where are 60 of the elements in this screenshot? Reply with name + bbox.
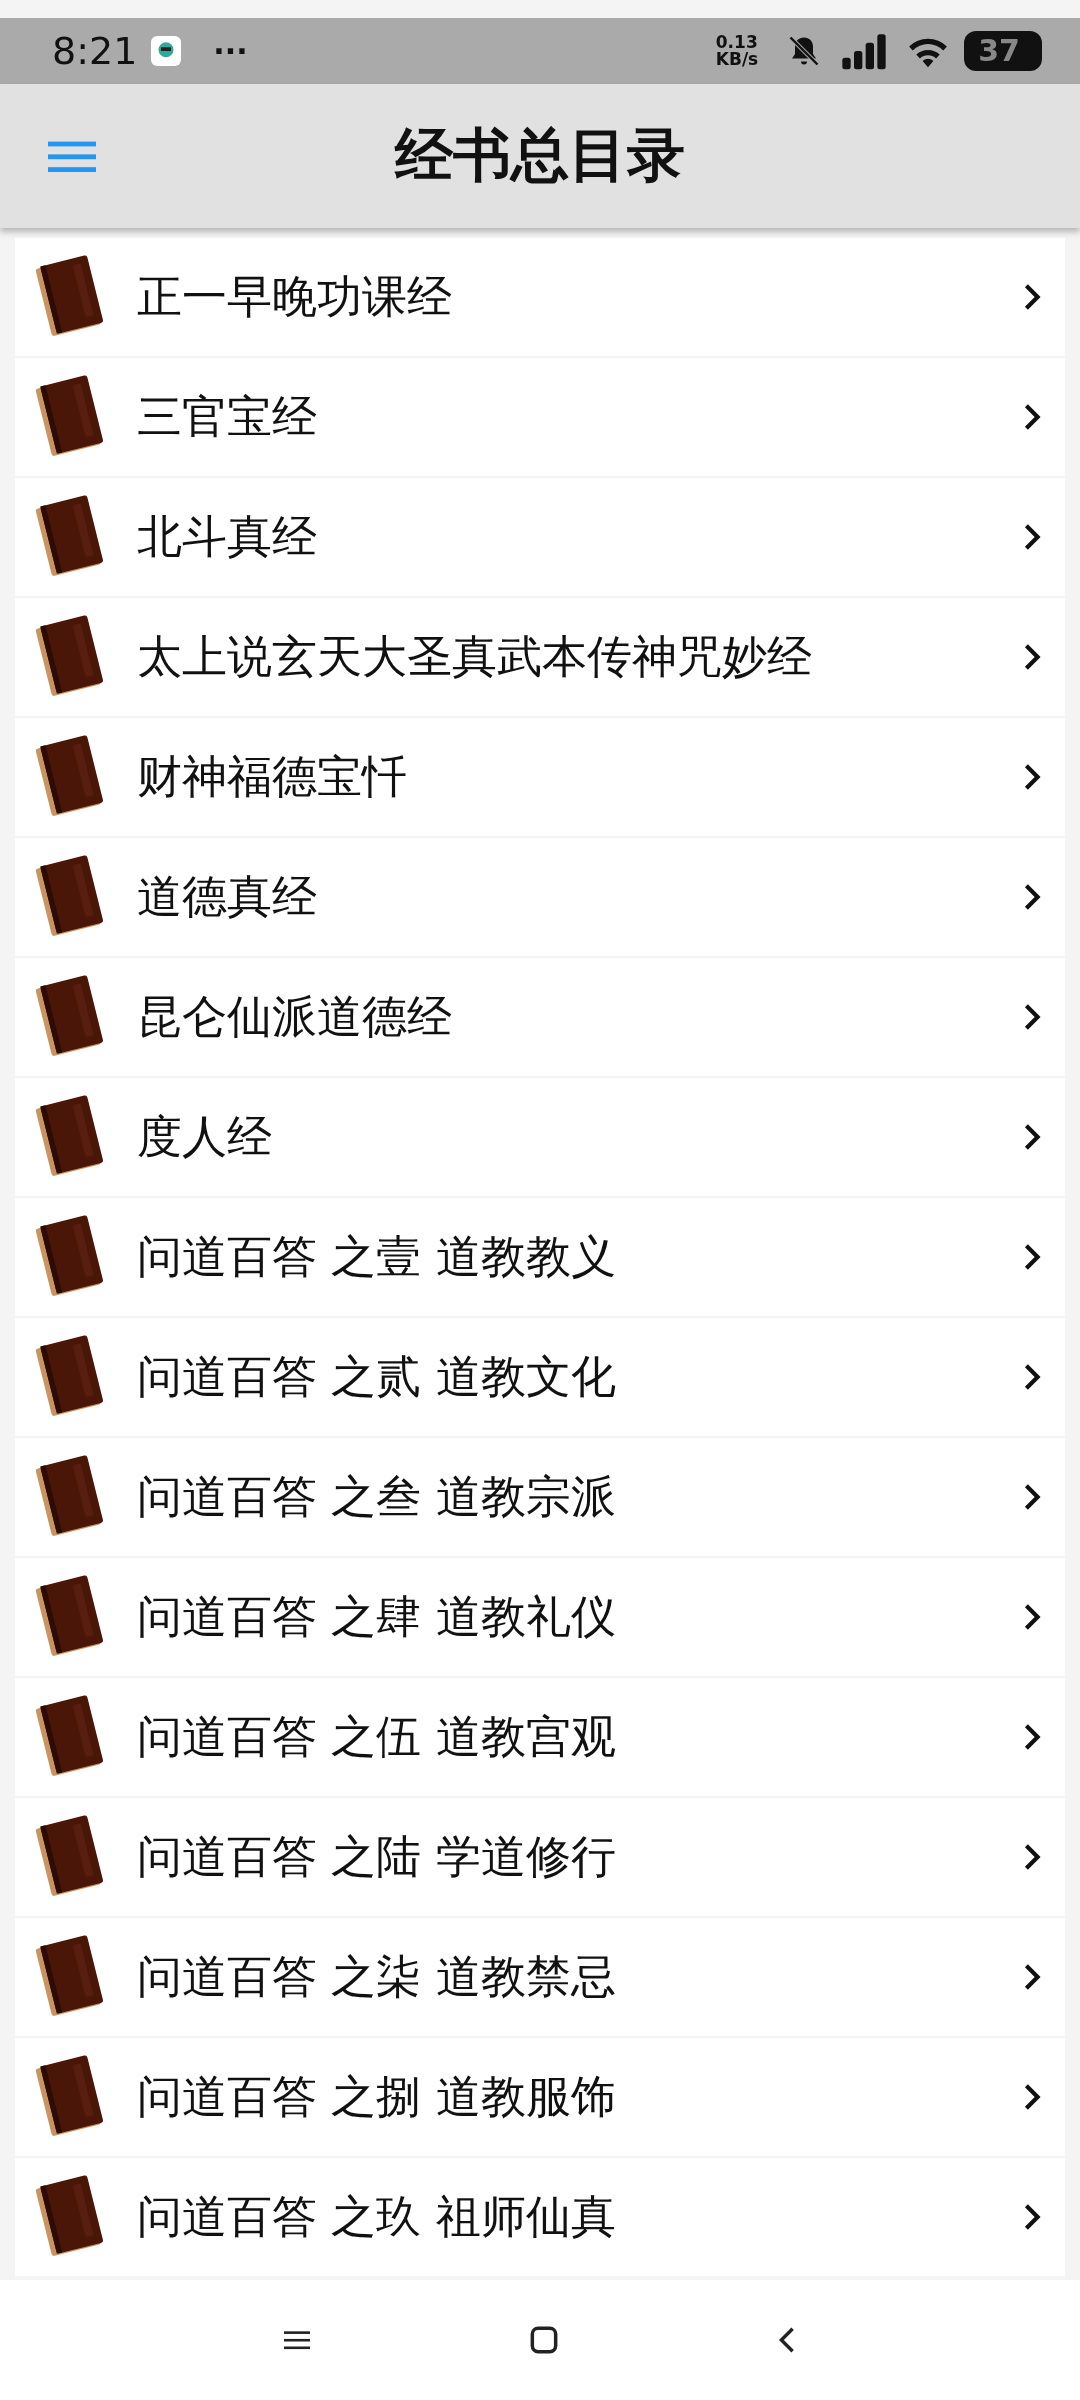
book-title: 道德真经 <box>137 869 318 925</box>
chevron-right-icon <box>1023 403 1041 431</box>
menu-icon[interactable] <box>284 2329 310 2351</box>
book-list-item[interactable]: 问道百答 之贰 道教文化 <box>15 1318 1065 1436</box>
book-title: 问道百答 之贰 道教文化 <box>137 1349 617 1405</box>
chevron-right-icon <box>1023 1843 1041 1871</box>
book-title: 问道百答 之叁 道教宗派 <box>137 1469 617 1525</box>
chevron-right-icon <box>1023 1723 1041 1751</box>
book-title: 财神福德宝忏 <box>137 749 408 805</box>
home-icon[interactable] <box>530 2326 558 2354</box>
back-icon[interactable] <box>778 2326 796 2354</box>
book-list-item[interactable]: 问道百答 之壹 道教教义 <box>15 1198 1065 1316</box>
chevron-right-icon <box>1023 1123 1041 1151</box>
book-list-item[interactable]: 问道百答 之玖 祖师仙真 <box>15 2158 1065 2276</box>
book-title: 问道百答 之玖 祖师仙真 <box>137 2189 617 2245</box>
book-title: 度人经 <box>137 1109 273 1165</box>
book-title: 正一早晚功课经 <box>137 269 453 325</box>
book-list-item[interactable]: 问道百答 之捌 道教服饰 <box>15 2038 1065 2156</box>
book-title: 问道百答 之壹 道教教义 <box>137 1229 617 1285</box>
book-list-item[interactable]: 问道百答 之伍 道教宫观 <box>15 1678 1065 1796</box>
chevron-right-icon <box>1023 1603 1041 1631</box>
book-title: 问道百答 之柒 道教禁忌 <box>137 1949 617 2005</box>
book-title: 三官宝经 <box>137 389 318 445</box>
app-notification-icon <box>151 36 182 66</box>
chevron-right-icon <box>1023 763 1041 791</box>
chevron-right-icon <box>1023 1243 1041 1271</box>
chevron-right-icon <box>1023 1483 1041 1511</box>
book-list-item[interactable]: 财神福德宝忏 <box>15 718 1065 836</box>
chevron-right-icon <box>1023 523 1041 551</box>
book-list-item[interactable]: 正一早晚功课经 <box>15 238 1065 356</box>
chevron-right-icon <box>1023 283 1041 311</box>
book-list-item[interactable]: 问道百答 之叁 道教宗派 <box>15 1438 1065 1556</box>
book-list-item[interactable]: 度人经 <box>15 1078 1065 1196</box>
network-speed: 0.13 KB/s <box>715 34 759 68</box>
battery-level: 37 <box>964 31 1042 71</box>
chevron-right-icon <box>1023 1963 1041 1991</box>
book-title: 北斗真经 <box>137 509 318 565</box>
more-notifications: ··· <box>213 33 248 69</box>
book-title: 太上说玄天大圣真武本传神咒妙经 <box>137 629 813 685</box>
status-time: 8:21 <box>52 29 138 73</box>
book-title: 问道百答 之肆 道教礼仪 <box>137 1589 617 1645</box>
book-list-item[interactable]: 昆仑仙派道德经 <box>15 958 1065 1076</box>
book-title: 昆仑仙派道德经 <box>137 989 453 1045</box>
book-title: 问道百答 之捌 道教服饰 <box>137 2069 617 2125</box>
book-list-item[interactable]: 道德真经 <box>15 838 1065 956</box>
book-list-item[interactable]: 问道百答 之陆 学道修行 <box>15 1798 1065 1916</box>
book-title: 问道百答 之伍 道教宫观 <box>137 1709 617 1765</box>
chevron-right-icon <box>1023 2083 1041 2111</box>
chevron-right-icon <box>1023 1363 1041 1391</box>
app-title: 经书总目录 <box>395 120 685 191</box>
book-list-item[interactable]: 问道百答 之肆 道教礼仪 <box>15 1558 1065 1676</box>
book-list-item[interactable]: 问道百答 之柒 道教禁忌 <box>15 1918 1065 2036</box>
book-list-item[interactable]: 三官宝经 <box>15 358 1065 476</box>
chevron-right-icon <box>1023 2203 1041 2231</box>
chevron-right-icon <box>1023 1003 1041 1031</box>
book-list-item[interactable]: 太上说玄天大圣真武本传神咒妙经 <box>15 598 1065 716</box>
book-title: 问道百答 之陆 学道修行 <box>137 1829 617 1885</box>
book-list-item[interactable]: 北斗真经 <box>15 478 1065 596</box>
chevron-right-icon <box>1023 883 1041 911</box>
chevron-right-icon <box>1023 643 1041 671</box>
